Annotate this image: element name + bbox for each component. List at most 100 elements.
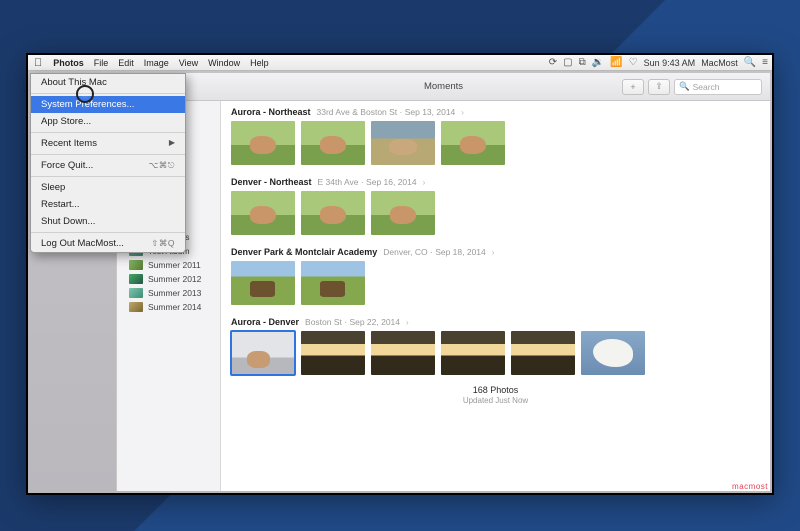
spotlight-icon[interactable]: 🔍 <box>744 57 756 68</box>
menu-separator <box>31 232 185 233</box>
photo-thumbnail[interactable] <box>301 261 365 305</box>
airplay-icon[interactable]: ▢ <box>563 57 572 68</box>
account-name[interactable]: MacMost <box>701 58 738 68</box>
sidebar-item-label: Summer 2011 <box>148 260 201 270</box>
sidebar-item-summer-2013[interactable]: Summer 2013 <box>117 286 220 300</box>
thumbnail-row <box>231 331 760 375</box>
wifi-icon[interactable]: 📶 <box>610 57 622 68</box>
menu-image[interactable]: Image <box>139 55 174 71</box>
menu-file[interactable]: File <box>89 55 114 71</box>
clock[interactable]: Sun 9:43 AM <box>644 58 696 68</box>
menubar:  Photos File Edit Image View Window Hel… <box>28 55 772 71</box>
chevron-right-icon: › <box>423 178 426 187</box>
photo-thumbnail[interactable] <box>231 261 295 305</box>
share-button[interactable]: ⇪ <box>648 79 670 95</box>
menu-item-log-out-macmost[interactable]: Log Out MacMost...⇧⌘Q <box>31 235 185 252</box>
apple-menu-icon[interactable]:  <box>32 57 48 69</box>
menu-item-system-preferences[interactable]: System Preferences... <box>31 96 185 113</box>
add-button[interactable]: + <box>622 79 644 95</box>
moment-title: Denver Park & Montclair Academy <box>231 247 377 257</box>
menu-view[interactable]: View <box>174 55 203 71</box>
menu-separator <box>31 176 185 177</box>
photo-thumbnail[interactable] <box>511 331 575 375</box>
menu-item-sleep[interactable]: Sleep <box>31 179 185 196</box>
video-frame:  Photos File Edit Image View Window Hel… <box>26 53 774 495</box>
search-icon: 🔍 <box>679 81 690 92</box>
apple-dropdown[interactable]: About This Mac System Preferences...App S… <box>30 73 186 253</box>
menubar-right: ⟳ ▢ ⧉ 🔉 📶 ♡ Sun 9:43 AM MacMost 🔍 ≡ <box>549 57 768 68</box>
toolbar-button-group: + ⇪ 🔍 Search <box>622 79 762 95</box>
photos-window: Moments + ⇪ 🔍 Search Albums ▦All Photos☺… <box>116 73 770 491</box>
updated-label: Updated Just Now <box>231 396 760 405</box>
photo-thumbnail[interactable] <box>301 121 365 165</box>
moment-subtitle: E 34th Ave · Sep 16, 2014 <box>318 177 417 187</box>
sidebar-item-label: Summer 2013 <box>148 288 201 298</box>
moment-title: Aurora - Denver <box>231 317 299 327</box>
menu-separator <box>31 132 185 133</box>
menu-separator <box>31 93 185 94</box>
photo-thumbnail[interactable] <box>441 121 505 165</box>
moment-subtitle: 33rd Ave & Boston St · Sep 13, 2014 <box>317 107 456 117</box>
cursor-highlight <box>76 85 94 103</box>
moment-header[interactable]: Aurora - DenverBoston St · Sep 22, 2014› <box>231 315 760 331</box>
moment-title: Denver - Northeast <box>231 177 312 187</box>
moments-grid[interactable]: Aurora - Northeast 33rd Ave & Boston St ·… <box>221 101 770 491</box>
menu-edit[interactable]: Edit <box>113 55 139 71</box>
menu-item-force-quit[interactable]: Force Quit...⌥⌘⎋ <box>31 157 185 174</box>
menubar-left:  Photos File Edit Image View Window Hel… <box>32 55 274 71</box>
app-name[interactable]: Photos <box>48 55 89 71</box>
photo-thumbnail[interactable] <box>371 121 435 165</box>
sidebar-item-summer-2012[interactable]: Summer 2012 <box>117 272 220 286</box>
menu-window[interactable]: Window <box>203 55 245 71</box>
moment-section: Aurora - Northeast 33rd Ave & Boston St ·… <box>231 105 760 165</box>
photo-thumbnail[interactable] <box>231 121 295 165</box>
photo-thumbnail[interactable] <box>441 331 505 375</box>
bluetooth-icon[interactable]: ♡ <box>629 57 638 68</box>
photo-thumbnail[interactable] <box>231 191 295 235</box>
window-title: Moments <box>424 81 463 92</box>
search-placeholder: Search <box>693 82 720 92</box>
moment-header[interactable]: Denver - Northeast E 34th Ave · Sep 16, 2… <box>231 175 760 191</box>
thumbnail-row <box>231 121 760 165</box>
volume-icon[interactable]: 🔉 <box>592 57 604 68</box>
sidebar-item-summer-2014[interactable]: Summer 2014 <box>117 300 220 314</box>
album-thumb-icon <box>129 302 143 312</box>
sidebar-item-label: Summer 2014 <box>148 302 201 312</box>
thumbnail-row <box>231 261 760 305</box>
moment-section: Denver Park & Montclair AcademyDenver, C… <box>231 245 760 305</box>
moment-header[interactable]: Aurora - Northeast 33rd Ave & Boston St ·… <box>231 105 760 121</box>
sidebar-item-summer-2011[interactable]: Summer 2011 <box>117 258 220 272</box>
menu-item-about-this-mac[interactable]: About This Mac <box>31 74 185 91</box>
menu-item-recent-items[interactable]: Recent Items▶ <box>31 135 185 152</box>
chevron-right-icon: › <box>492 248 495 257</box>
menu-item-restart[interactable]: Restart... <box>31 196 185 213</box>
photo-thumbnail[interactable] <box>301 191 365 235</box>
album-thumb-icon <box>129 274 143 284</box>
moment-header[interactable]: Denver Park & Montclair AcademyDenver, C… <box>231 245 760 261</box>
watermark: macmost <box>732 482 768 491</box>
menu-item-app-store[interactable]: App Store... <box>31 113 185 130</box>
window-content: Albums ▦All Photos☺Faces▭PanoramasTest A… <box>117 101 770 491</box>
photo-thumbnail[interactable] <box>371 331 435 375</box>
chevron-right-icon: › <box>406 318 409 327</box>
moment-title: Aurora - Northeast <box>231 107 311 117</box>
photo-thumbnail[interactable] <box>371 191 435 235</box>
menu-item-shut-down[interactable]: Shut Down... <box>31 213 185 230</box>
photo-thumbnail[interactable] <box>301 331 365 375</box>
moment-section: Denver - Northeast E 34th Ave · Sep 16, 2… <box>231 175 760 235</box>
window-toolbar: Moments + ⇪ 🔍 Search <box>117 73 770 101</box>
search-field[interactable]: 🔍 Search <box>674 79 762 95</box>
menu-separator <box>31 154 185 155</box>
display-icon[interactable]: ⧉ <box>579 57 586 68</box>
menu-help[interactable]: Help <box>245 55 274 71</box>
photo-count: 168 Photos <box>231 385 760 395</box>
notification-icon[interactable]: ≡ <box>762 57 768 68</box>
photo-thumbnail[interactable] <box>581 331 645 375</box>
album-thumb-icon <box>129 288 143 298</box>
sidebar-item-label: Summer 2012 <box>148 274 201 284</box>
desktop:  Photos File Edit Image View Window Hel… <box>28 55 772 493</box>
moment-section: Aurora - DenverBoston St · Sep 22, 2014› <box>231 315 760 375</box>
chevron-right-icon: › <box>461 108 464 117</box>
sync-icon[interactable]: ⟳ <box>549 57 557 68</box>
photo-thumbnail[interactable] <box>231 331 295 375</box>
